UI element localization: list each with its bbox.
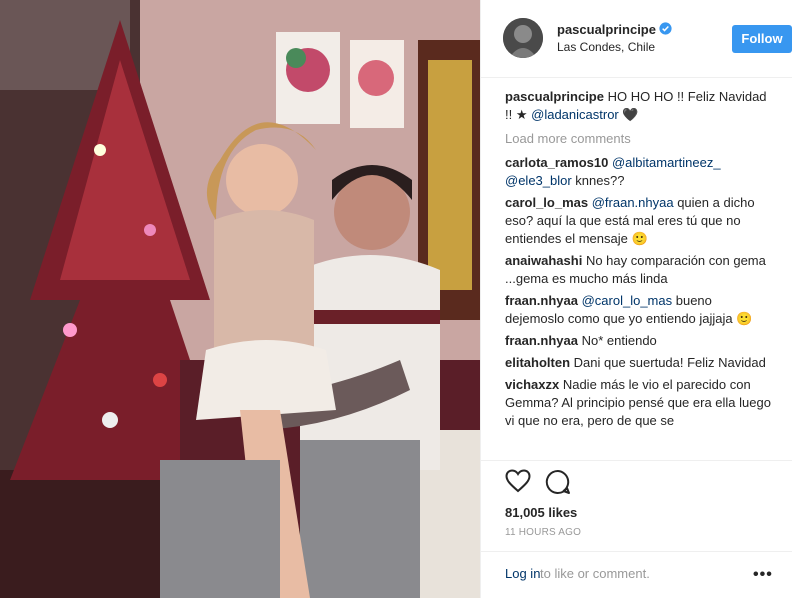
- login-prompt-text: to like or comment.: [540, 566, 650, 581]
- comment-username[interactable]: carol_lo_mas: [505, 195, 588, 210]
- caption-mention[interactable]: @ladanicastror: [531, 107, 619, 122]
- post-timestamp[interactable]: 11 HOURS AGO: [505, 527, 581, 538]
- comment-item: fraan.nhyaa @carol_lo_mas bueno dejemosl…: [505, 292, 773, 328]
- comment-item: vichaxzx Nadie más le vio el parecido co…: [505, 376, 773, 430]
- comment-username[interactable]: fraan.nhyaa: [505, 293, 578, 308]
- likes-count[interactable]: 81,005 likes: [505, 505, 577, 520]
- comment-item: anaiwahashi No hay comparación con gema …: [505, 252, 773, 288]
- avatar-image: [503, 18, 543, 58]
- comment-username[interactable]: vichaxzx: [505, 377, 559, 392]
- comment-item: carlota_ramos10 @albitamartineez_ @ele3_…: [505, 154, 773, 190]
- post-side-panel: pascualprincipe Las Condes, Chile Follow…: [480, 0, 792, 598]
- post-header: pascualprincipe Las Condes, Chile Follow: [481, 0, 792, 78]
- actions-area: 81,005 likes 11 HOURS AGO Log in to like…: [481, 460, 792, 598]
- photo-illustration: [0, 0, 480, 598]
- comment-username[interactable]: carlota_ramos10: [505, 155, 608, 170]
- comments-list: pascualprincipe HO HO HO !! Feliz Navida…: [505, 88, 773, 460]
- follow-button[interactable]: Follow: [732, 25, 792, 53]
- post-photo[interactable]: [0, 0, 480, 598]
- instagram-post: pascualprincipe Las Condes, Chile Follow…: [0, 0, 792, 598]
- location-link[interactable]: Las Condes, Chile: [557, 40, 655, 54]
- verified-badge-icon: [659, 22, 672, 35]
- heart-icon[interactable]: [505, 469, 531, 493]
- comment-text: No* entiendo: [581, 333, 657, 348]
- comment-item: carol_lo_mas @fraan.nhyaa quien a dicho …: [505, 194, 773, 248]
- caption: pascualprincipe HO HO HO !! Feliz Navida…: [505, 88, 773, 124]
- comment-mention[interactable]: @carol_lo_mas: [582, 293, 673, 308]
- star-icon: ★: [515, 107, 528, 122]
- black-heart-icon: 🖤: [622, 107, 639, 122]
- username-link[interactable]: pascualprincipe: [557, 22, 656, 37]
- comment-mention[interactable]: @fraan.nhyaa: [592, 195, 674, 210]
- comment-text: Dani que suertuda! Feliz Navidad: [573, 355, 766, 370]
- comment-text: knnes??: [571, 173, 625, 188]
- caption-username[interactable]: pascualprincipe: [505, 89, 604, 104]
- more-options-icon[interactable]: •••: [753, 566, 773, 584]
- login-link[interactable]: Log in: [505, 566, 540, 581]
- avatar[interactable]: [503, 18, 543, 58]
- load-more-comments[interactable]: Load more comments: [505, 130, 773, 148]
- comment-item: fraan.nhyaa No* entiendo: [505, 332, 773, 350]
- comment-item: elitaholten Dani que suertuda! Feliz Nav…: [505, 354, 773, 372]
- comment-username[interactable]: fraan.nhyaa: [505, 333, 578, 348]
- login-bar: Log in to like or comment. •••: [481, 551, 792, 599]
- comment-username[interactable]: elitaholten: [505, 355, 570, 370]
- comment-username[interactable]: anaiwahashi: [505, 253, 582, 268]
- comment-icon[interactable]: [545, 469, 571, 495]
- comment-rows: carlota_ramos10 @albitamartineez_ @ele3_…: [505, 154, 773, 430]
